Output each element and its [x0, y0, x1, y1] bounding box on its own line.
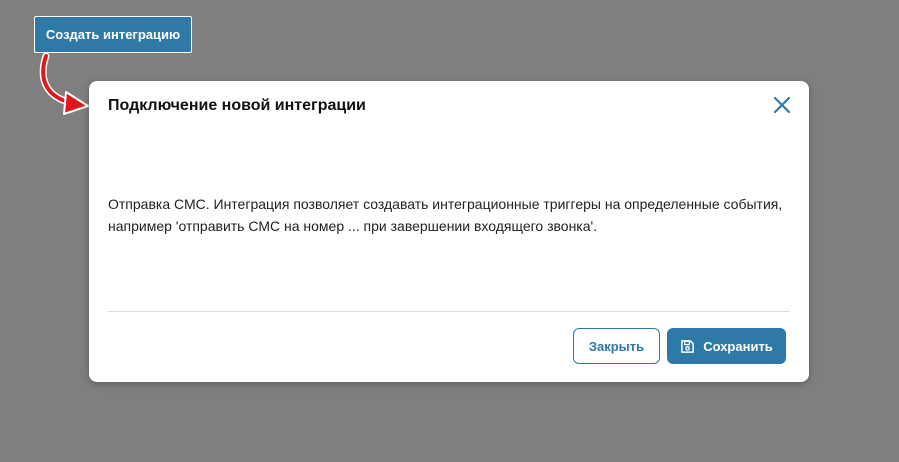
save-floppy-icon [680, 339, 695, 354]
close-button[interactable]: Закрыть [573, 328, 660, 364]
save-button-label: Сохранить [703, 338, 773, 354]
modal-title: Подключение новой интеграции [108, 97, 366, 114]
integration-modal: Подключение новой интеграции Отправка СМ… [89, 81, 809, 382]
modal-divider [108, 311, 789, 312]
create-integration-button[interactable]: Создать интеграцию [34, 16, 192, 53]
close-x-icon[interactable] [772, 95, 792, 115]
modal-description: Отправка СМС. Интеграция позволяет созда… [108, 196, 783, 234]
save-button[interactable]: Сохранить [667, 328, 786, 364]
